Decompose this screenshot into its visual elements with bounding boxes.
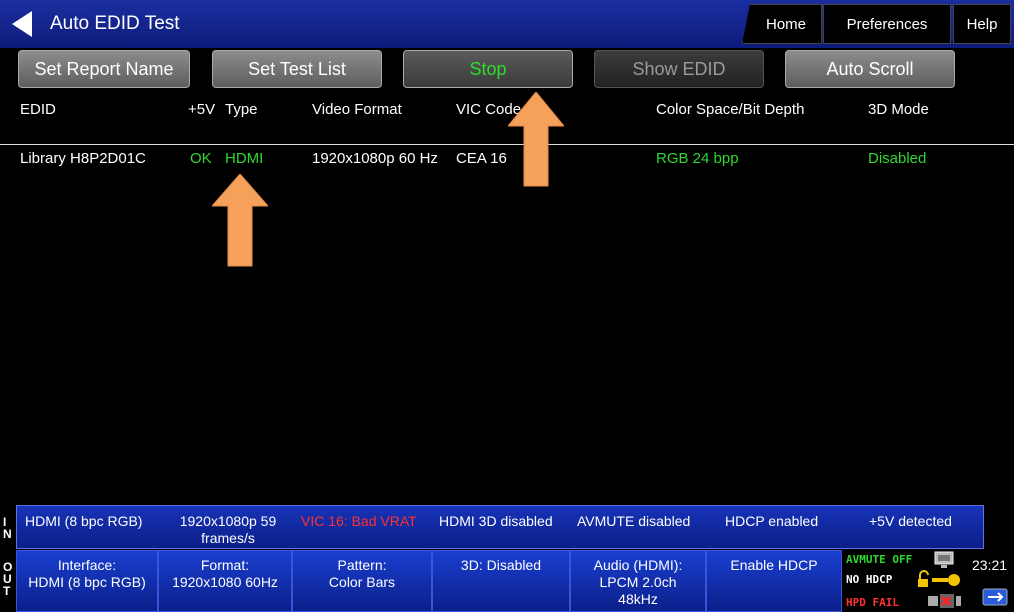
cell-color-space: RGB 24 bpp <box>656 150 739 167</box>
cell-5v: OK <box>190 150 212 167</box>
hpd-indicator: HPD FAIL <box>846 596 899 609</box>
header-edid: EDID <box>20 101 56 118</box>
in-format: 1920x1080p 59 frames/s <box>179 513 277 546</box>
stop-button[interactable]: Stop <box>403 50 573 88</box>
in-interface: HDMI (8 bpc RGB) <box>25 513 143 529</box>
tab-home[interactable]: Home <box>742 4 822 44</box>
header-3d-mode: 3D Mode <box>868 101 929 118</box>
show-edid-button[interactable]: Show EDID <box>594 50 764 88</box>
arrow-up-icon <box>212 174 268 267</box>
cell-vic-code: CEA 16 <box>456 150 507 167</box>
out-interface-button[interactable]: Interface: HDMI (8 bpc RGB) <box>16 550 158 612</box>
back-arrow-icon[interactable] <box>8 9 36 39</box>
clock: 23:21 <box>972 557 1008 573</box>
avmute-indicator: AVMUTE OFF <box>846 553 913 566</box>
header-color-space: Color Space/Bit Depth <box>656 101 805 118</box>
in-5v: +5V detected <box>869 513 952 529</box>
enable-hdcp-button[interactable]: Enable HDCP <box>706 550 842 612</box>
out-format-button[interactable]: Format: 1920x1080 60Hz <box>158 550 292 612</box>
in-avmute: AVMUTE disabled <box>577 513 691 529</box>
auto-scroll-button[interactable]: Auto Scroll <box>785 50 955 88</box>
cell-edid: Library H8P2D01C <box>20 150 146 167</box>
header-5v: +5V <box>188 101 216 118</box>
toolbar: Set Report Name Set Test List Stop Show … <box>0 48 1014 92</box>
out-3d-button[interactable]: 3D: Disabled <box>432 550 570 612</box>
monitor-icon <box>934 551 954 568</box>
cell-video-format: 1920x1080p 60 Hz <box>312 150 438 167</box>
out-audio-button[interactable]: Audio (HDMI): LPCM 2.0ch 48kHz <box>570 550 706 612</box>
hpd-plug-icon <box>928 594 961 608</box>
header-divider <box>0 144 1014 145</box>
set-test-list-button[interactable]: Set Test List <box>212 50 382 88</box>
network-icon[interactable] <box>982 587 1008 607</box>
out-letter-t: T <box>3 584 11 598</box>
indicator-panel: AVMUTE OFF NO HDCP HPD FAIL <box>842 550 968 612</box>
cell-type: HDMI <box>225 150 264 167</box>
header-type: Type <box>225 101 258 118</box>
in-letter-n: N <box>3 527 12 541</box>
in-vic-error: VIC 16: Bad VRAT <box>301 513 417 529</box>
hdcp-indicator: NO HDCP <box>846 573 893 586</box>
in-letter-i: I <box>3 515 7 529</box>
input-status-bar: I N HDMI (8 bpc RGB) 1920x1080p 59 frame… <box>0 505 1014 549</box>
out-letter-o: O <box>3 560 13 574</box>
key-lock-icon <box>918 570 960 587</box>
title-bar: Auto EDID Test Home Preferences Help <box>0 0 1014 48</box>
arrow-up-icon <box>508 92 564 187</box>
in-hdcp: HDCP enabled <box>725 513 819 529</box>
out-letter-u: U <box>3 572 12 586</box>
header-video-format: Video Format <box>312 101 402 118</box>
page-title: Auto EDID Test <box>50 13 180 34</box>
cell-3d-mode: Disabled <box>868 150 927 167</box>
set-report-name-button[interactable]: Set Report Name <box>18 50 190 88</box>
in-hdmi3d: HDMI 3D disabled <box>439 513 553 529</box>
tab-preferences[interactable]: Preferences <box>823 4 951 44</box>
out-pattern-button[interactable]: Pattern: Color Bars <box>292 550 432 612</box>
tab-help[interactable]: Help <box>953 4 1011 44</box>
